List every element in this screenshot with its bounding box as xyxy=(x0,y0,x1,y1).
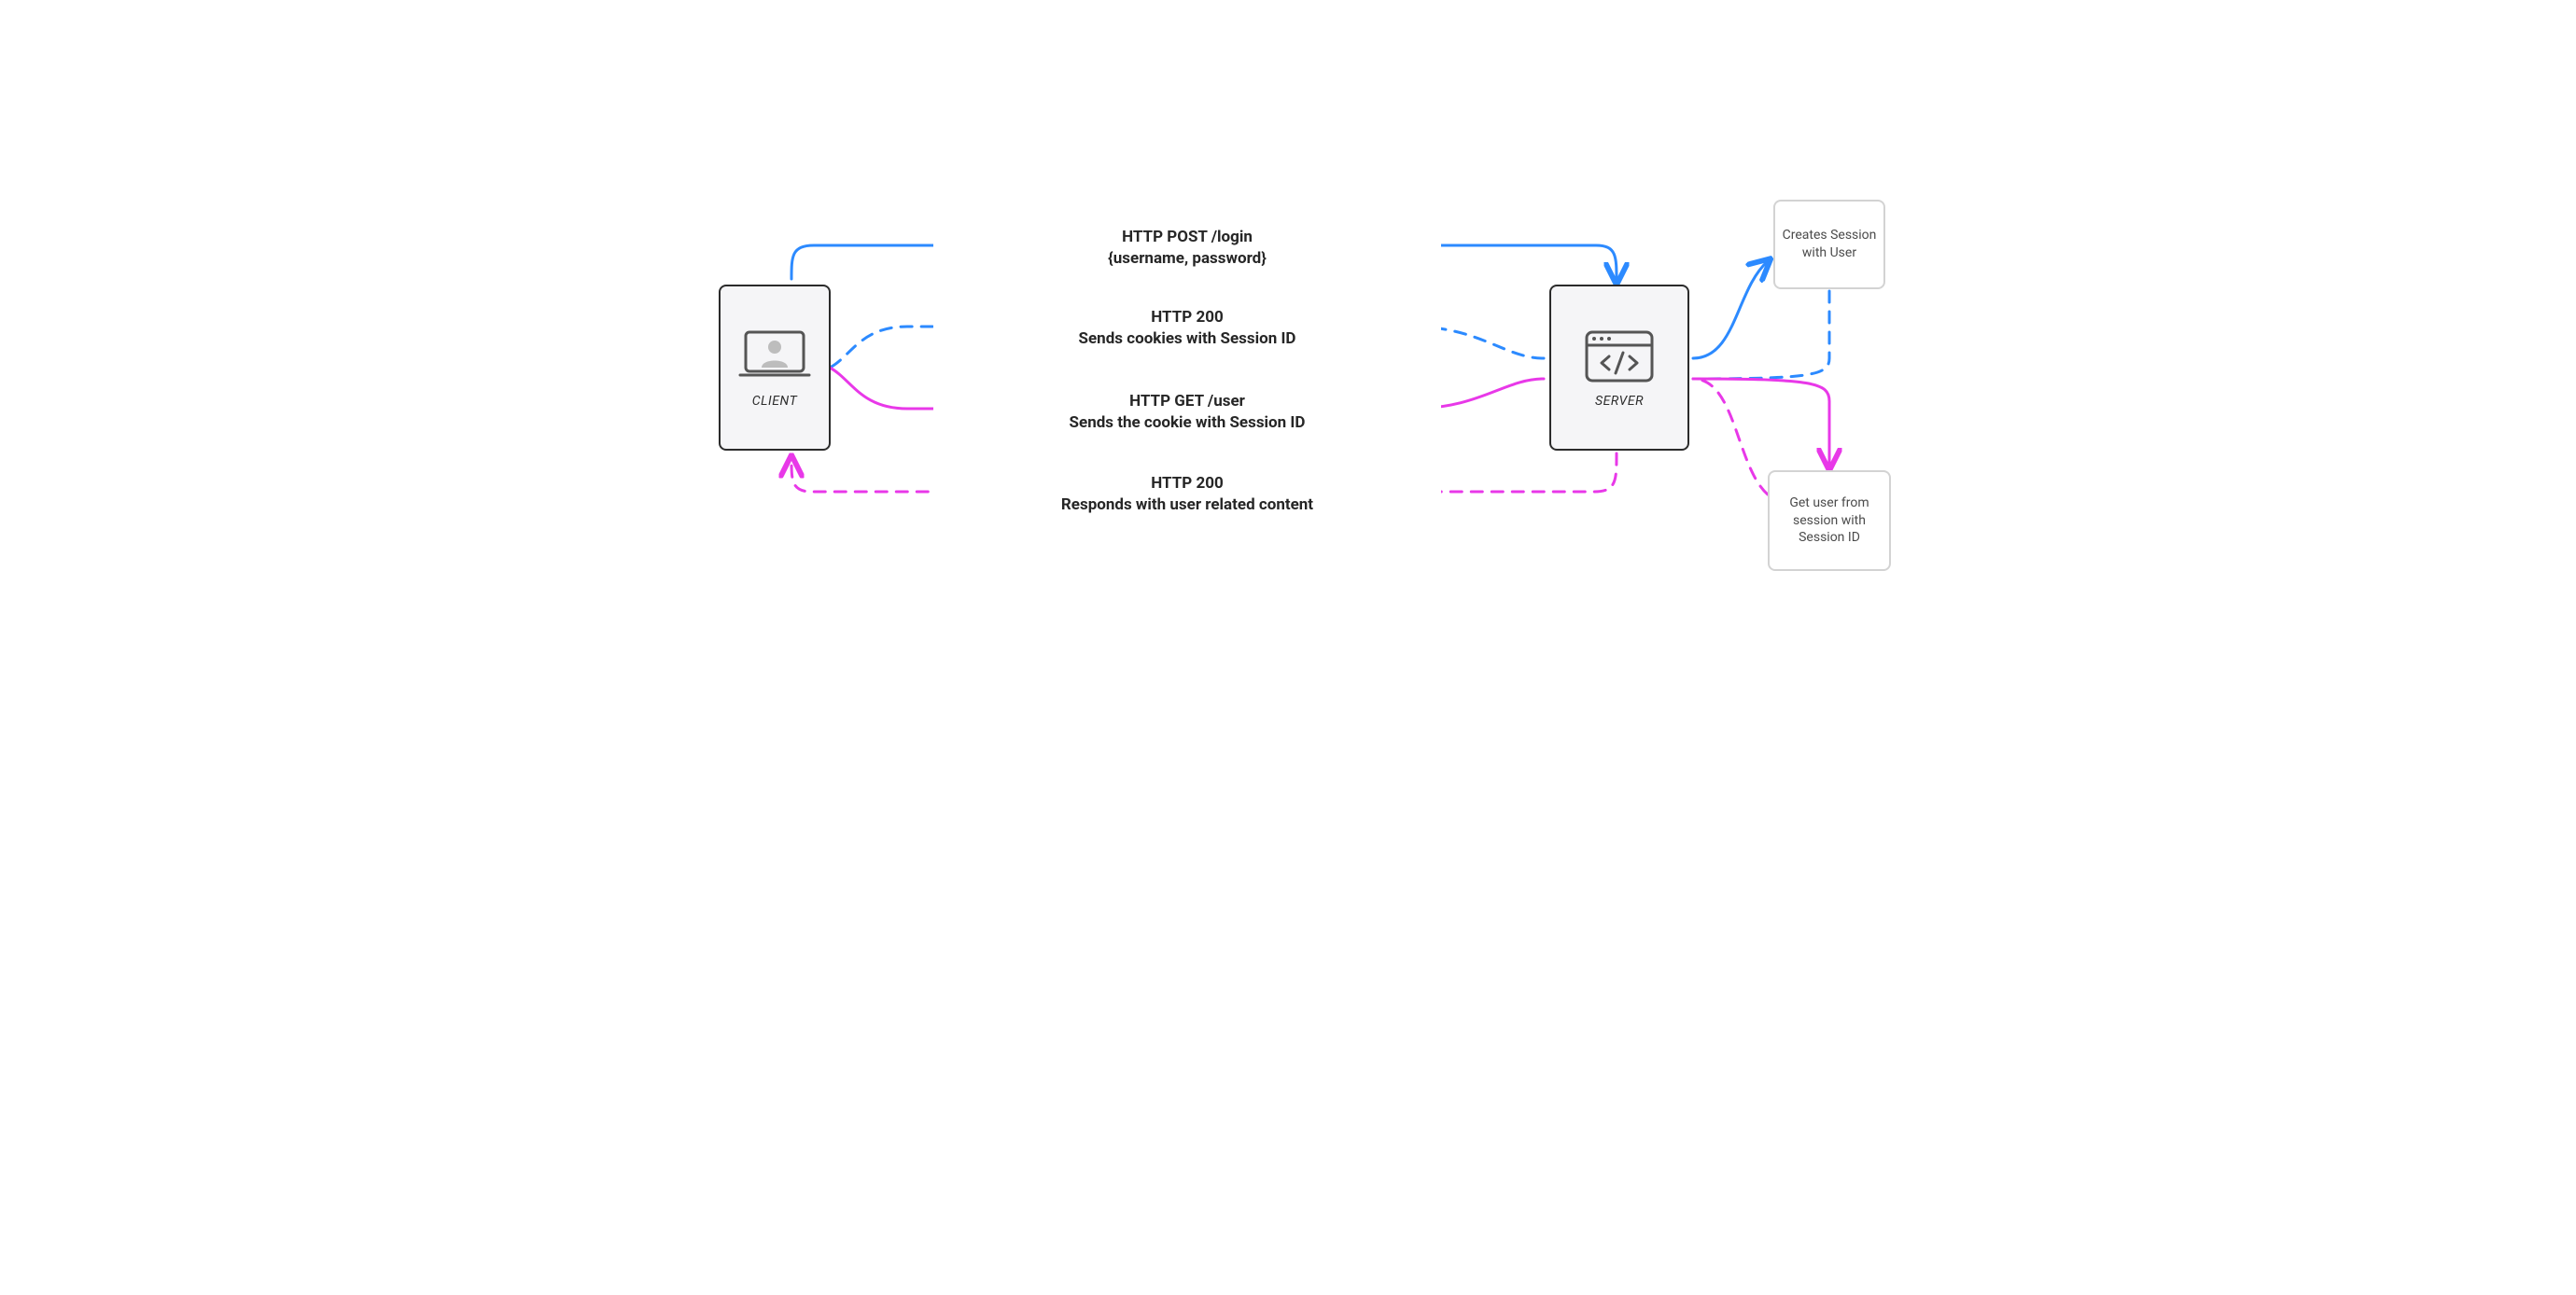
client-node: CLIENT xyxy=(719,285,831,451)
label-resp-content: HTTP 200 Responds with user related cont… xyxy=(933,471,1441,518)
note-create-session: Creates Session with User xyxy=(1773,200,1885,289)
label-resp-cookies: HTTP 200 Sends cookies with Session ID xyxy=(933,305,1441,352)
laptop-icon xyxy=(736,327,813,386)
note-get-session: Get user from session with Session ID xyxy=(1768,470,1891,571)
server-node: SERVER xyxy=(1549,285,1689,451)
note-get-session-text: Get user from session with Session ID xyxy=(1775,494,1883,548)
label-resp-cookies-l1: HTTP 200 xyxy=(945,307,1430,328)
note-create-session-text: Creates Session with User xyxy=(1781,227,1878,262)
label-get-user-l2: Sends the cookie with Session ID xyxy=(945,412,1430,434)
flow-get-to-server xyxy=(1693,379,1768,494)
label-resp-content-l1: HTTP 200 xyxy=(945,473,1430,494)
label-resp-content-l2: Responds with user related content xyxy=(945,494,1430,516)
label-get-user-l1: HTTP GET /user xyxy=(945,391,1430,412)
flow-server-to-get xyxy=(1693,379,1829,466)
flow-server-to-create xyxy=(1693,261,1768,358)
label-resp-cookies-l2: Sends cookies with Session ID xyxy=(945,328,1430,350)
flow-create-to-server xyxy=(1693,291,1829,379)
server-label: SERVER xyxy=(1595,394,1644,409)
label-get-user: HTTP GET /user Sends the cookie with Ses… xyxy=(933,389,1441,436)
client-label: CLIENT xyxy=(752,394,798,409)
label-post-login-l2: {username, password} xyxy=(945,248,1430,270)
label-post-login-l1: HTTP POST /login xyxy=(945,227,1430,248)
label-post-login: HTTP POST /login {username, password} xyxy=(933,225,1441,272)
diagram-stage: CLIENT SERVER Creates Session with User … xyxy=(571,0,2005,720)
code-window-icon xyxy=(1581,327,1658,386)
